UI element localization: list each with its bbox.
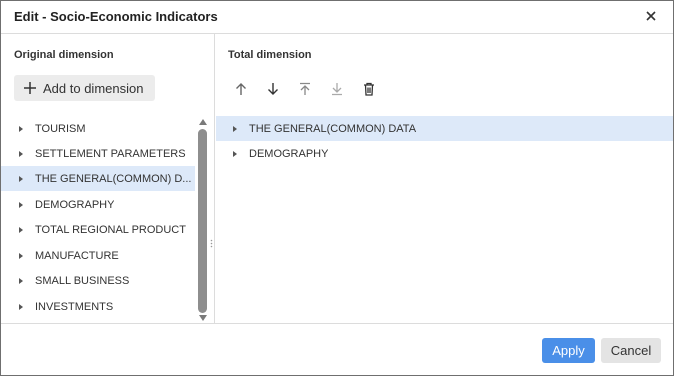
dialog-footer: Apply Cancel: [1, 323, 673, 375]
move-down-icon[interactable]: [263, 78, 283, 100]
add-to-dimension-button[interactable]: Add to dimension: [14, 75, 155, 101]
expand-icon[interactable]: [19, 201, 23, 208]
close-icon[interactable]: [641, 6, 661, 26]
tree-item-label: SMALL BUSINESS: [35, 274, 130, 287]
expand-icon[interactable]: [19, 125, 23, 132]
apply-button[interactable]: Apply: [542, 338, 595, 363]
scroll-down-arrow-icon[interactable]: [199, 315, 207, 321]
expand-icon[interactable]: [233, 150, 237, 157]
scrollbar-thumb[interactable]: [198, 129, 207, 313]
expand-icon[interactable]: [19, 303, 23, 310]
tree-item-general-common-data[interactable]: THE GENERAL(COMMON) D...: [1, 166, 195, 191]
delete-icon[interactable]: [359, 78, 379, 100]
move-to-top-icon[interactable]: [295, 78, 315, 100]
tree-item-label: INVESTMENTS: [35, 300, 114, 313]
tree-item-manufacture[interactable]: MANUFACTURE: [1, 243, 195, 268]
plus-icon: [24, 82, 36, 94]
total-item-demography[interactable]: DEMOGRAPHY: [216, 141, 673, 166]
edit-dialog: Edit - Socio-Economic Indicators Origina…: [0, 0, 674, 376]
expand-icon[interactable]: [19, 252, 23, 259]
expand-icon[interactable]: [19, 226, 23, 233]
move-to-bottom-icon[interactable]: [327, 78, 347, 100]
tree-item-tourism[interactable]: TOURISM: [1, 116, 195, 141]
expand-icon[interactable]: [19, 150, 23, 157]
move-up-icon[interactable]: [231, 78, 251, 100]
tree-item-label: THE GENERAL(COMMON) D...: [35, 172, 192, 185]
tree-item-settlement-parameters[interactable]: SETTLEMENT PARAMETERS: [1, 141, 195, 166]
scroll-up-arrow-icon[interactable]: [199, 119, 207, 125]
expand-icon[interactable]: [19, 277, 23, 284]
vertical-scrollbar[interactable]: [197, 119, 209, 325]
tree-item-label: DEMOGRAPHY: [35, 198, 115, 211]
total-dimension-pane: Total dimension THE GENERAL(COMMON) DATA…: [216, 34, 673, 323]
expand-icon[interactable]: [233, 125, 237, 132]
dialog-title: Edit - Socio-Economic Indicators: [14, 9, 218, 24]
original-dimension-label: Original dimension: [14, 49, 114, 61]
splitter-handle[interactable]: [210, 239, 213, 249]
tree-item-label: DEMOGRAPHY: [249, 147, 329, 160]
original-dimension-pane: Original dimension Add to dimension TOUR…: [1, 34, 215, 323]
tree-item-label: TOTAL REGIONAL PRODUCT: [35, 223, 186, 236]
cancel-button[interactable]: Cancel: [601, 338, 661, 363]
total-item-general-common-data[interactable]: THE GENERAL(COMMON) DATA: [216, 116, 673, 141]
tree-item-label: THE GENERAL(COMMON) DATA: [249, 122, 417, 135]
tree-item-investments[interactable]: INVESTMENTS: [1, 294, 195, 319]
tree-item-demography[interactable]: DEMOGRAPHY: [1, 192, 195, 217]
total-dimension-label: Total dimension: [228, 49, 312, 61]
tree-item-label: MANUFACTURE: [35, 249, 119, 262]
expand-icon[interactable]: [19, 175, 23, 182]
add-to-dimension-label: Add to dimension: [43, 80, 144, 96]
dialog-titlebar: Edit - Socio-Economic Indicators: [1, 1, 673, 34]
tree-item-total-regional-product[interactable]: TOTAL REGIONAL PRODUCT: [1, 217, 195, 242]
tree-item-label: SETTLEMENT PARAMETERS: [35, 147, 186, 160]
tree-item-small-business[interactable]: SMALL BUSINESS: [1, 268, 195, 293]
tree-item-label: TOURISM: [35, 122, 86, 135]
